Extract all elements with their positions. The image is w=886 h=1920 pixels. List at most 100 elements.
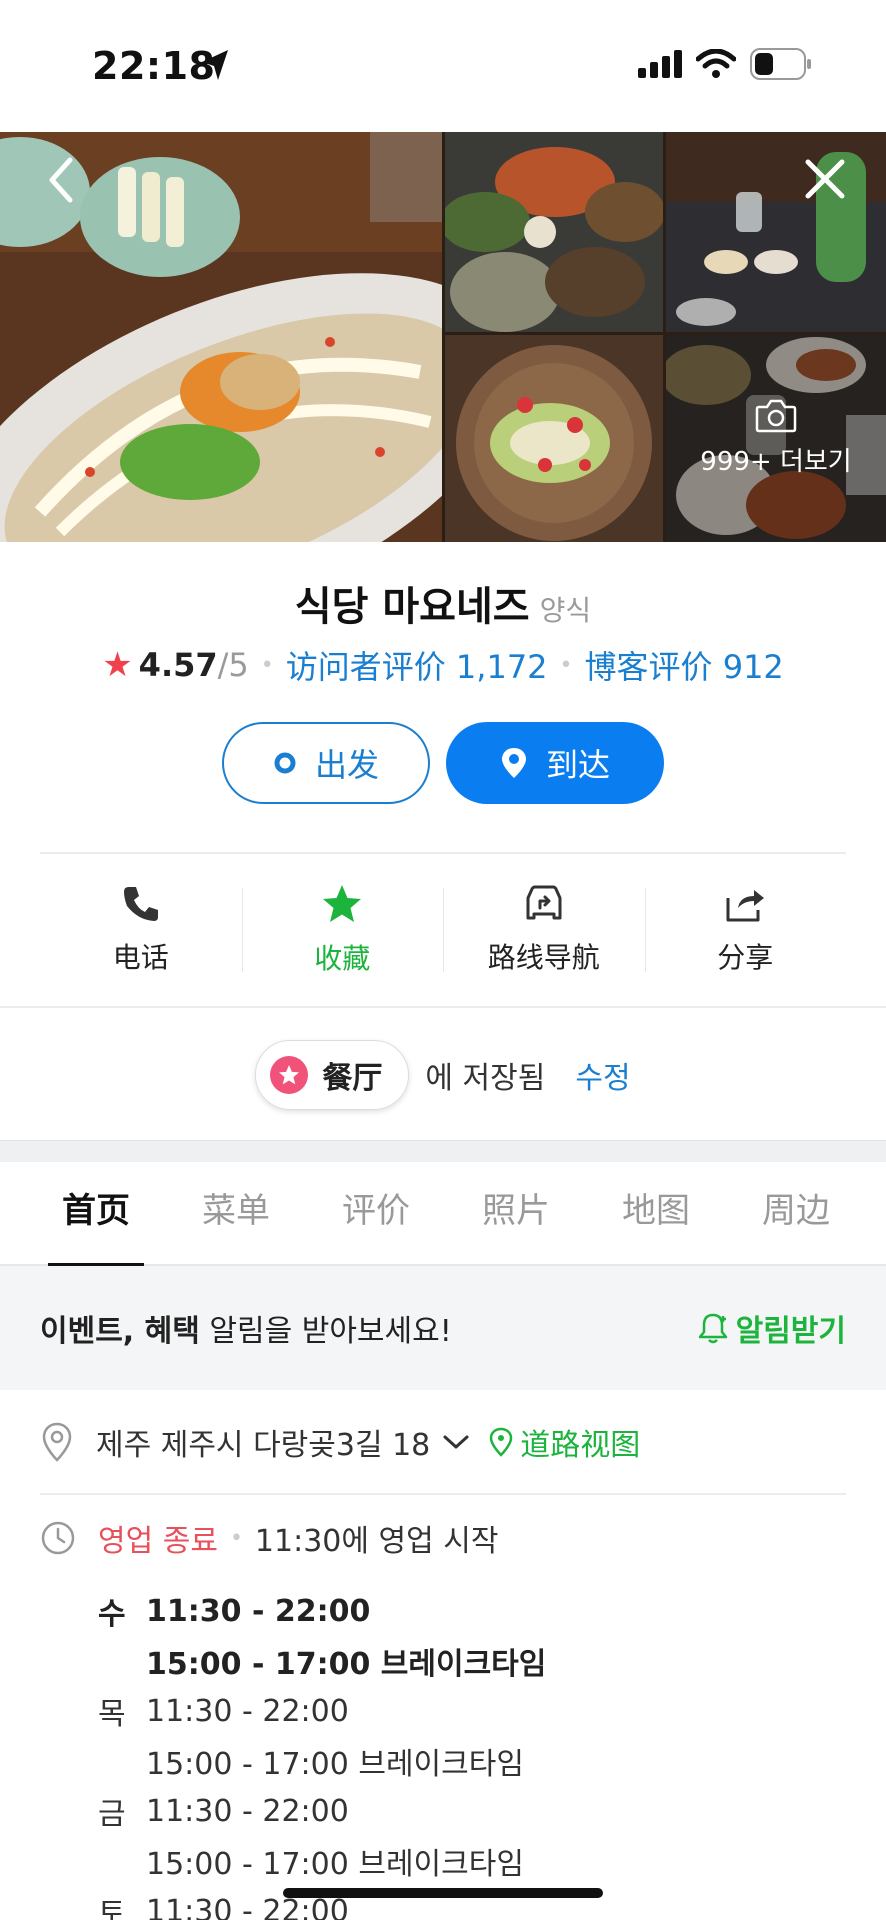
map-pin-icon <box>500 746 528 780</box>
section-gap <box>0 1140 886 1162</box>
hours-value: 15:00 - 17:00 브레이크타임 <box>146 1847 524 1882</box>
saved-folder-chip[interactable]: 餐厅 <box>255 1040 410 1110</box>
arrive-label: 到达 <box>545 746 610 784</box>
place-name: 식당 마요네즈 <box>294 584 530 630</box>
share-action[interactable]: 分享 <box>644 870 847 990</box>
hours-row: 목 11:30 - 22:00 <box>98 1686 546 1736</box>
favorite-action[interactable]: 收藏 <box>241 870 444 990</box>
address-text: 제주 제주시 다랑곶3길 18 <box>96 1428 431 1463</box>
street-view-link[interactable]: 道路视图 <box>488 1420 640 1464</box>
hours-value: 11:30 - 22:00 <box>146 1793 349 1829</box>
photo-thumbnail[interactable] <box>666 132 886 332</box>
chevron-down-icon[interactable] <box>442 1433 470 1451</box>
location-pin-icon <box>42 1422 72 1462</box>
route-action[interactable]: 路线导航 <box>443 870 645 990</box>
hours-value: 11:30 - 22:00 <box>146 1693 349 1729</box>
separator-dot: • <box>559 652 573 678</box>
location-arrow-icon <box>202 50 228 80</box>
rating-value: 4.57 <box>138 646 218 684</box>
hours-header[interactable]: 영업 종료 • 11:30에 영업 시작 <box>40 1516 498 1560</box>
action-bar: 电话 收藏 路线导航 分享 <box>40 870 846 990</box>
tab-home[interactable]: 首页 <box>26 1161 166 1267</box>
subscribe-alerts-label: 알림받기 <box>735 1314 846 1349</box>
visitor-reviews-link[interactable]: 访问者评价 1,172 <box>286 642 548 688</box>
separator-dot: • <box>260 652 274 678</box>
next-open-time: 11:30에 영업 시작 <box>254 1524 499 1559</box>
photo-thumbnail[interactable] <box>445 132 663 332</box>
tab-bar: 首页 菜单 评价 照片 地图 周边 <box>0 1161 886 1267</box>
back-arrow-icon[interactable] <box>40 152 84 208</box>
favorite-label: 收藏 <box>314 942 371 975</box>
saved-text: 에 저장됨 <box>425 1061 546 1096</box>
camera-icon <box>755 399 797 433</box>
notification-text: 이벤트, 혜택 알림을 받아보세요! <box>40 1306 452 1350</box>
phone-icon <box>123 887 158 921</box>
hours-value: 11:30 - 22:00 <box>146 1593 371 1629</box>
bell-icon <box>698 1313 727 1344</box>
folder-star-icon <box>270 1056 309 1094</box>
separator-dot: • <box>229 1525 243 1551</box>
call-label: 电话 <box>112 941 169 974</box>
subscribe-alerts-button[interactable]: 알림받기 <box>696 1306 846 1350</box>
saved-row: 餐厅 에 저장됨 수정 <box>0 1040 886 1110</box>
saved-folder-label: 餐厅 <box>322 1061 383 1096</box>
hours-row: 15:00 - 17:00 브레이크타임 <box>98 1836 546 1886</box>
blog-reviews-link[interactable]: 博客评价 912 <box>585 642 784 688</box>
rating-max: /5 <box>217 646 249 684</box>
more-photos-button[interactable]: 999+ 더보기 <box>666 335 886 542</box>
hours-value: 15:00 - 17:00 브레이크타임 <box>146 1747 524 1782</box>
photo-gallery[interactable]: 999+ 더보기 <box>0 132 886 542</box>
divider <box>40 1493 846 1495</box>
street-view-label: 道路视图 <box>520 1428 641 1463</box>
tab-map[interactable]: 地图 <box>586 1161 726 1265</box>
share-icon <box>726 890 765 922</box>
street-view-pin-icon <box>490 1427 513 1457</box>
hours-row: 수 11:30 - 22:00 <box>98 1586 546 1636</box>
signal-icon <box>638 50 682 78</box>
share-label: 分享 <box>717 941 774 974</box>
notification-rest: 알림을 받아보세요! <box>199 1314 452 1349</box>
rating-row: ★ 4.57 /5 • 访问者评价 1,172 • 博客评价 912 <box>0 642 886 688</box>
status-bar: 22:18 <box>0 0 886 132</box>
route-label: 路线导航 <box>487 941 600 974</box>
hours-row: 15:00 - 17:00 브레이크타임 <box>98 1636 546 1686</box>
notification-bold: 이벤트, 혜택 <box>40 1314 200 1349</box>
depart-label: 出发 <box>314 746 379 784</box>
origin-dot-icon <box>273 751 297 775</box>
depart-button[interactable]: 出发 <box>222 722 430 804</box>
direction-buttons: 出发 到达 <box>0 722 886 804</box>
close-icon[interactable] <box>800 152 850 206</box>
tab-photos[interactable]: 照片 <box>446 1161 586 1265</box>
hours-day: 토 <box>98 1897 126 1920</box>
battery-icon <box>750 48 811 80</box>
business-status: 영업 종료 <box>98 1524 218 1559</box>
hours-day: 목 <box>98 1697 126 1732</box>
hours-row: 금 11:30 - 22:00 <box>98 1786 546 1836</box>
divider <box>40 852 846 854</box>
tab-nearby[interactable]: 周边 <box>726 1161 866 1265</box>
clock-icon <box>41 1521 75 1555</box>
call-action[interactable]: 电话 <box>40 870 242 990</box>
hours-row: 15:00 - 17:00 브레이크타임 <box>98 1736 546 1786</box>
status-time: 22:18 <box>92 44 216 88</box>
tab-reviews[interactable]: 评价 <box>306 1161 446 1265</box>
status-icons <box>638 48 812 80</box>
home-indicator[interactable] <box>283 1888 603 1898</box>
hours-value: 15:00 - 17:00 브레이크타임 <box>146 1647 547 1682</box>
hours-day: 수 <box>98 1597 126 1632</box>
route-icon <box>526 885 562 920</box>
star-icon <box>323 885 362 922</box>
arrive-button[interactable]: 到达 <box>446 722 664 804</box>
wifi-icon <box>696 49 736 78</box>
hours-list: 수 11:30 - 22:00 15:00 - 17:00 브레이크타임 목 11:… <box>98 1586 546 1920</box>
tab-menu[interactable]: 菜单 <box>166 1161 306 1265</box>
divider <box>0 1006 886 1008</box>
photo-thumbnail[interactable] <box>445 335 663 542</box>
rating-star-icon: ★ <box>102 645 133 685</box>
place-title-row: 식당 마요네즈 양식 <box>0 574 886 632</box>
hours-day: 금 <box>98 1797 126 1832</box>
more-photos-label: 999+ 더보기 <box>700 447 852 477</box>
place-category: 양식 <box>539 594 592 627</box>
edit-saved-link[interactable]: 수정 <box>575 1053 630 1097</box>
address-row: 제주 제주시 다랑곶3길 18 道路视图 <box>40 1420 846 1464</box>
